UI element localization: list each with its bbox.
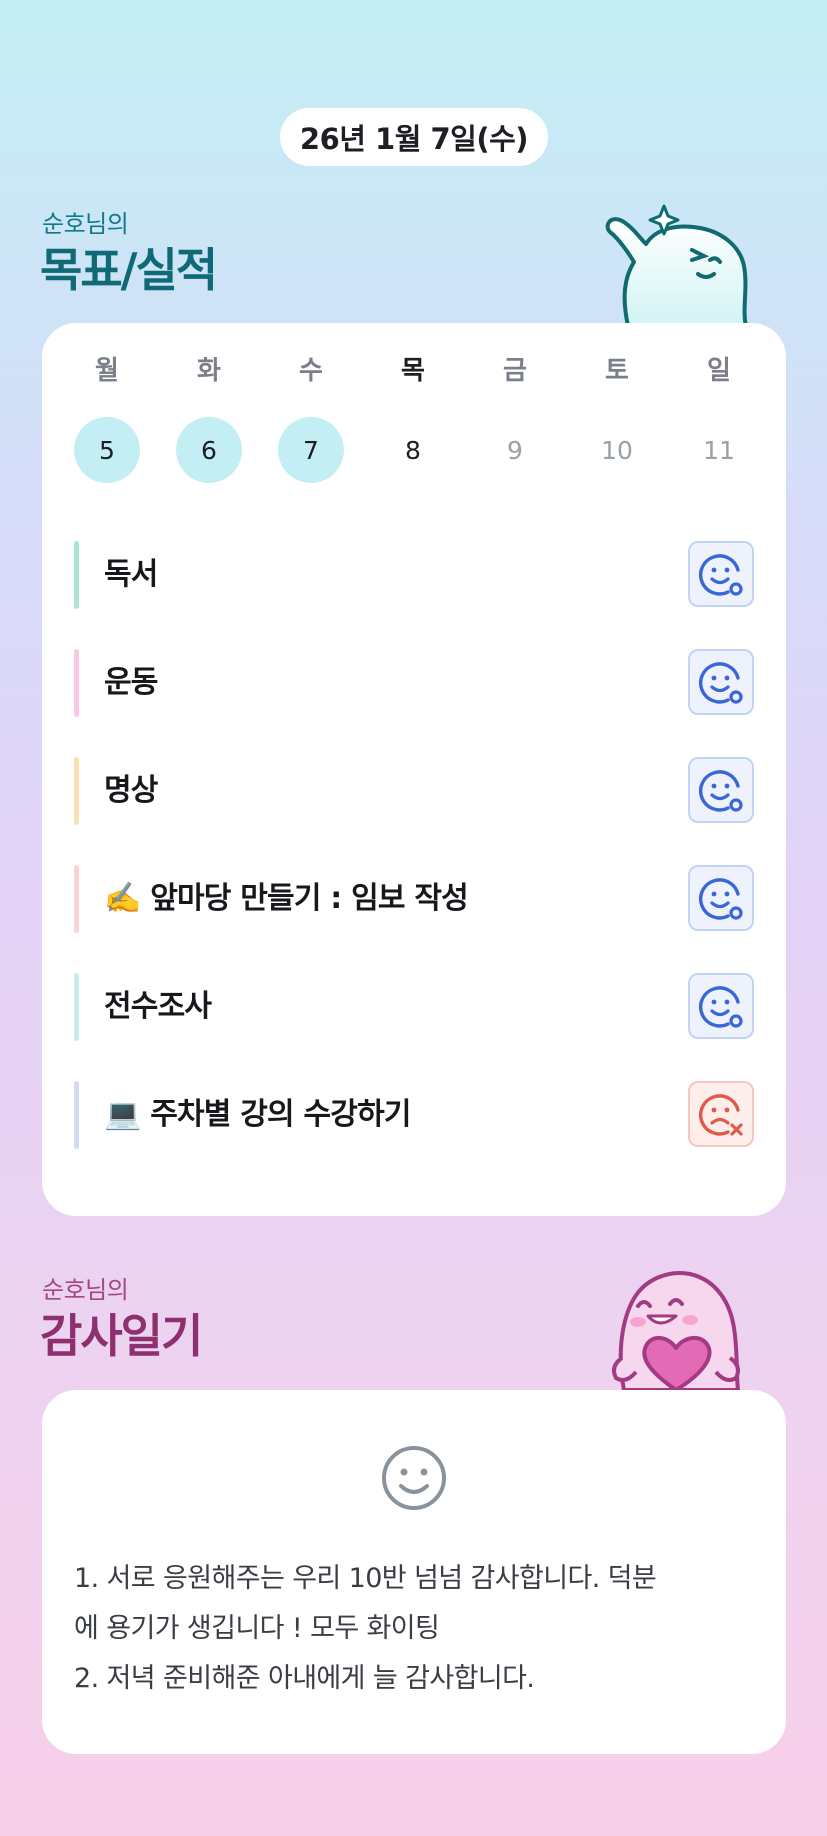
goal-label: ✍️ 앞마당 만들기 : 임보 작성 — [104, 881, 469, 916]
day-date: 8 — [405, 435, 421, 465]
smile-check-icon — [698, 662, 743, 704]
smile-check-icon — [698, 878, 743, 920]
day-tue[interactable]: 화 6 — [176, 353, 242, 483]
goal-status-button[interactable] — [688, 865, 754, 931]
day-name: 토 — [605, 356, 629, 386]
day-thu[interactable]: 목 8 — [380, 353, 446, 483]
day-sun[interactable]: 일 11 — [686, 353, 752, 483]
goal-row[interactable]: ✍️ 앞마당 만들기 : 임보 작성 — [74, 865, 754, 933]
day-date: 5 — [74, 417, 140, 483]
goal-status-button[interactable] — [688, 1081, 754, 1147]
day-date: 11 — [703, 435, 735, 465]
day-sat[interactable]: 토 10 — [584, 353, 650, 483]
goal-label: 전수조사 — [104, 989, 212, 1024]
goal-color-bar — [74, 973, 79, 1041]
goal-status-button[interactable] — [688, 649, 754, 715]
goal-status-button[interactable] — [688, 973, 754, 1039]
day-date: 6 — [176, 417, 242, 483]
day-fri[interactable]: 금 9 — [482, 353, 548, 483]
sad-x-icon — [698, 1094, 743, 1136]
goal-color-bar — [74, 649, 79, 717]
day-name: 목 — [401, 356, 425, 386]
goal-label: 명상 — [104, 773, 158, 808]
smile-check-icon — [698, 986, 743, 1028]
day-date: 7 — [278, 417, 344, 483]
smile-check-icon — [698, 554, 743, 596]
day-name: 수 — [299, 356, 323, 386]
day-name: 금 — [503, 356, 527, 386]
goal-label: 독서 — [104, 557, 158, 592]
date-pill[interactable]: 26년 1월 7일(수) — [280, 108, 548, 166]
day-mon[interactable]: 월 5 — [74, 353, 140, 483]
gratitude-section-title: 감사일기 — [40, 1309, 203, 1363]
day-name: 화 — [197, 356, 221, 386]
goal-row[interactable]: 전수조사 — [74, 973, 754, 1041]
smile-face-icon — [382, 1446, 446, 1510]
goal-status-button[interactable] — [688, 541, 754, 607]
goal-row[interactable]: 운동 — [74, 649, 754, 717]
goal-row[interactable]: 독서 — [74, 541, 754, 609]
goals-card: 월 5 화 6 수 7 목 8 금 9 토 10 일 11 독서 운동 명상 ✍… — [42, 323, 786, 1216]
goal-color-bar — [74, 541, 79, 609]
day-name: 월 — [95, 356, 119, 386]
goal-row[interactable]: 명상 — [74, 757, 754, 825]
goal-status-button[interactable] — [688, 757, 754, 823]
goal-row[interactable]: 💻 주차별 강의 수강하기 — [74, 1081, 754, 1149]
goal-color-bar — [74, 1081, 79, 1149]
day-date: 10 — [601, 435, 633, 465]
goals-section-title: 목표/실적 — [40, 243, 218, 297]
goal-label: 운동 — [104, 665, 158, 700]
day-date: 9 — [507, 435, 523, 465]
thumbs-up-mascot-illustration — [605, 204, 748, 326]
smile-check-icon — [698, 770, 743, 812]
day-wed[interactable]: 수 7 — [278, 353, 344, 483]
gratitude-card: 1. 서로 응원해주는 우리 10반 넘넘 감사합니다. 덕분 에 용기가 생깁… — [42, 1390, 786, 1754]
week-strip: 월 5 화 6 수 7 목 8 금 9 토 10 일 11 — [74, 353, 754, 503]
day-name: 일 — [707, 356, 731, 386]
heart-mascot-illustration — [612, 1271, 740, 1390]
gratitude-entry-text: 1. 서로 응원해주는 우리 10반 넘넘 감사합니다. 덕분 에 용기가 생깁… — [74, 1563, 657, 1694]
goal-label: 💻 주차별 강의 수강하기 — [104, 1097, 411, 1132]
goal-color-bar — [74, 757, 79, 825]
goal-color-bar — [74, 865, 79, 933]
